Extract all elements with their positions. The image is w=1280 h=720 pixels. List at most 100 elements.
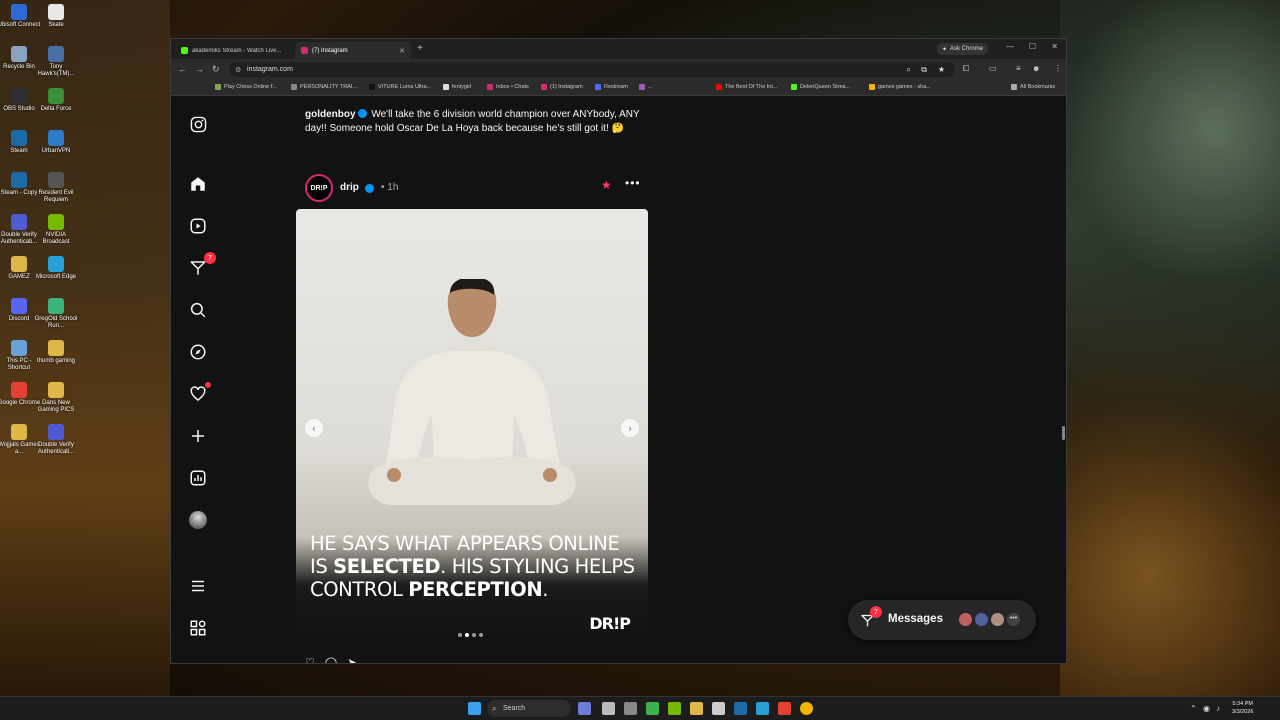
bookmark-item[interactable]: PERSONALITY TRAI... [291, 84, 357, 90]
explore-icon[interactable] [188, 342, 208, 362]
desktop-app-icon [11, 340, 27, 356]
bookmark-item[interactable]: ... [639, 84, 653, 90]
direct-messages-icon[interactable]: 7 [188, 252, 216, 278]
bookmark-favicon-icon [369, 84, 375, 90]
taskbar-app-icon[interactable] [578, 702, 591, 715]
favorite-star-icon[interactable]: ★ [601, 178, 612, 192]
bookmark-item[interactable]: All Bookmarks [1011, 84, 1055, 90]
profile-avatar[interactable] [188, 510, 208, 530]
bookmark-item[interactable]: (1) Instagram [541, 84, 583, 90]
desktop-icon[interactable]: Tony Hawk's(TM)... [34, 46, 78, 78]
edge-icon[interactable] [756, 702, 769, 715]
taskbar-app-icon[interactable] [712, 702, 725, 715]
cast-icon[interactable]: ≡ [1016, 64, 1021, 73]
bookmark-item[interactable]: VITURE Luma Ultra... [369, 84, 431, 90]
desktop-app-icon [11, 172, 27, 188]
file-explorer-icon[interactable] [690, 702, 703, 715]
extensions-icon[interactable]: ⧠ [963, 64, 969, 74]
forward-icon[interactable]: → [195, 64, 204, 74]
desktop-icon[interactable]: Delta Force [34, 88, 78, 113]
heart-icon[interactable] [188, 382, 211, 404]
bookmark-item[interactable]: Play Chess Online f... [215, 84, 277, 90]
volume-icon[interactable]: ♪ [1216, 704, 1220, 713]
menu-icon[interactable]: ⋮ [1054, 64, 1062, 73]
settings-icon[interactable] [624, 702, 637, 715]
bookmark-star-icon[interactable]: ★ [938, 65, 945, 74]
maximize-icon[interactable]: ☐ [1029, 42, 1036, 51]
close-tab-icon[interactable]: ✕ [399, 47, 405, 55]
bookmark-label: VITURE Luma Ultra... [378, 84, 432, 90]
bookmark-label: All Bookmarks [1020, 84, 1056, 90]
also-from-meta-icon[interactable] [188, 618, 208, 638]
desktop-icon[interactable]: GregOld School Run... [34, 298, 78, 330]
bookmark-label: Restream [604, 84, 628, 90]
more-menu-icon[interactable] [188, 576, 208, 596]
desktop-icon[interactable]: Microsoft Edge [34, 256, 78, 281]
install-icon[interactable]: ⧉ [921, 65, 927, 75]
chrome-icon[interactable] [800, 702, 813, 715]
carousel-prev-icon[interactable]: ‹ [305, 419, 323, 437]
search-icon[interactable] [188, 300, 208, 320]
desktop-icon[interactable]: Resident Evil Requiem [34, 172, 78, 204]
desktop-icon[interactable]: Skate [34, 4, 78, 29]
share-icon[interactable]: ➤ [347, 657, 366, 663]
desktop-app-icon [11, 298, 27, 314]
instagram-logo-icon[interactable] [188, 114, 208, 134]
scrollbar[interactable] [1062, 426, 1065, 440]
like-icon[interactable]: ♡ [305, 657, 325, 663]
close-window-icon[interactable]: ✕ [1051, 42, 1058, 51]
caption-username[interactable]: goldenboy [305, 109, 356, 120]
desktop-icon[interactable]: UrbanVPN [34, 130, 78, 155]
taskbar: ⌕ Search ⌃ ◉ ♪ 5:34 PM 3/3/2026 [0, 696, 1280, 720]
messages-button[interactable]: 7 Messages ••• [848, 600, 1036, 640]
profile-icon[interactable]: ☻ [1032, 64, 1040, 73]
browser-window: akademiks Stream - Watch Live... (7) Ins… [170, 38, 1067, 664]
start-icon[interactable] [468, 702, 481, 715]
nvidia-icon[interactable] [668, 702, 681, 715]
bookmark-item[interactable]: Inbox • Chats [487, 84, 529, 90]
reels-icon[interactable] [188, 216, 208, 236]
desktop-icon[interactable]: Double Verify Authenticati... [34, 424, 78, 456]
site-info-icon[interactable]: ⚙ [235, 66, 241, 74]
network-icon[interactable]: ◉ [1203, 704, 1210, 713]
tab-kick-stream[interactable]: akademiks Stream - Watch Live... [175, 42, 293, 59]
bookmark-favicon-icon [791, 84, 797, 90]
bookmark-item[interactable]: The Best Of The Int... [716, 84, 777, 90]
clock-time: 5:34 PM [1232, 701, 1253, 707]
desktop-icon[interactable]: NVIDIA Broadcast [34, 214, 78, 246]
ask-chrome-button[interactable]: ✦ Ask Chrome [936, 43, 988, 55]
desktop-app-icon [11, 88, 27, 104]
url-field[interactable]: ⚙ instagram.com ⌕ ⧉ ★ [229, 62, 955, 77]
zoom-icon[interactable]: ⌕ [907, 65, 911, 75]
create-icon[interactable] [188, 426, 208, 446]
side-panel-icon[interactable]: ▭ [989, 64, 997, 73]
post-options-icon[interactable]: ••• [625, 176, 641, 190]
desktop-icon[interactable]: thumb gaming [34, 340, 78, 365]
dashboard-icon[interactable] [188, 468, 208, 488]
post-avatar[interactable]: DR!P [305, 174, 333, 202]
taskbar-search[interactable]: ⌕ Search [487, 700, 571, 717]
bookmark-item[interactable]: DelenQueen Strea... [791, 84, 850, 90]
bookmark-item[interactable]: games games - sha... [869, 84, 931, 90]
back-icon[interactable]: ← [178, 64, 187, 74]
carousel-next-icon[interactable]: › [621, 419, 639, 437]
wallpaper-right [1060, 0, 1280, 720]
home-icon[interactable] [188, 174, 208, 194]
reload-icon[interactable]: ↻ [212, 64, 220, 75]
desktop-app-icon [48, 46, 64, 62]
minimize-icon[interactable]: — [1006, 42, 1014, 51]
tab-instagram[interactable]: (7) Instagram ✕ [295, 42, 411, 59]
comment-icon[interactable]: ◯ [325, 657, 347, 663]
bookmark-item[interactable]: Restream [595, 84, 628, 90]
taskbar-app-icon[interactable] [778, 702, 791, 715]
post-media[interactable]: ‹ › HE SAYS WHAT APPEARS ONLINE IS SELEC… [296, 209, 648, 647]
clock[interactable]: 5:34 PM 3/3/2026 [1232, 700, 1253, 716]
taskbar-app-icon[interactable] [602, 702, 615, 715]
desktop-icon[interactable]: Dans New Gaming PICS [34, 382, 78, 414]
tray-overflow-icon[interactable]: ⌃ [1190, 704, 1197, 713]
post-username[interactable]: drip [340, 182, 359, 193]
steam-icon[interactable] [734, 702, 747, 715]
taskbar-app-icon[interactable] [646, 702, 659, 715]
new-tab-button[interactable]: + [417, 43, 423, 54]
bookmark-item[interactable]: fentygirl [443, 84, 471, 90]
